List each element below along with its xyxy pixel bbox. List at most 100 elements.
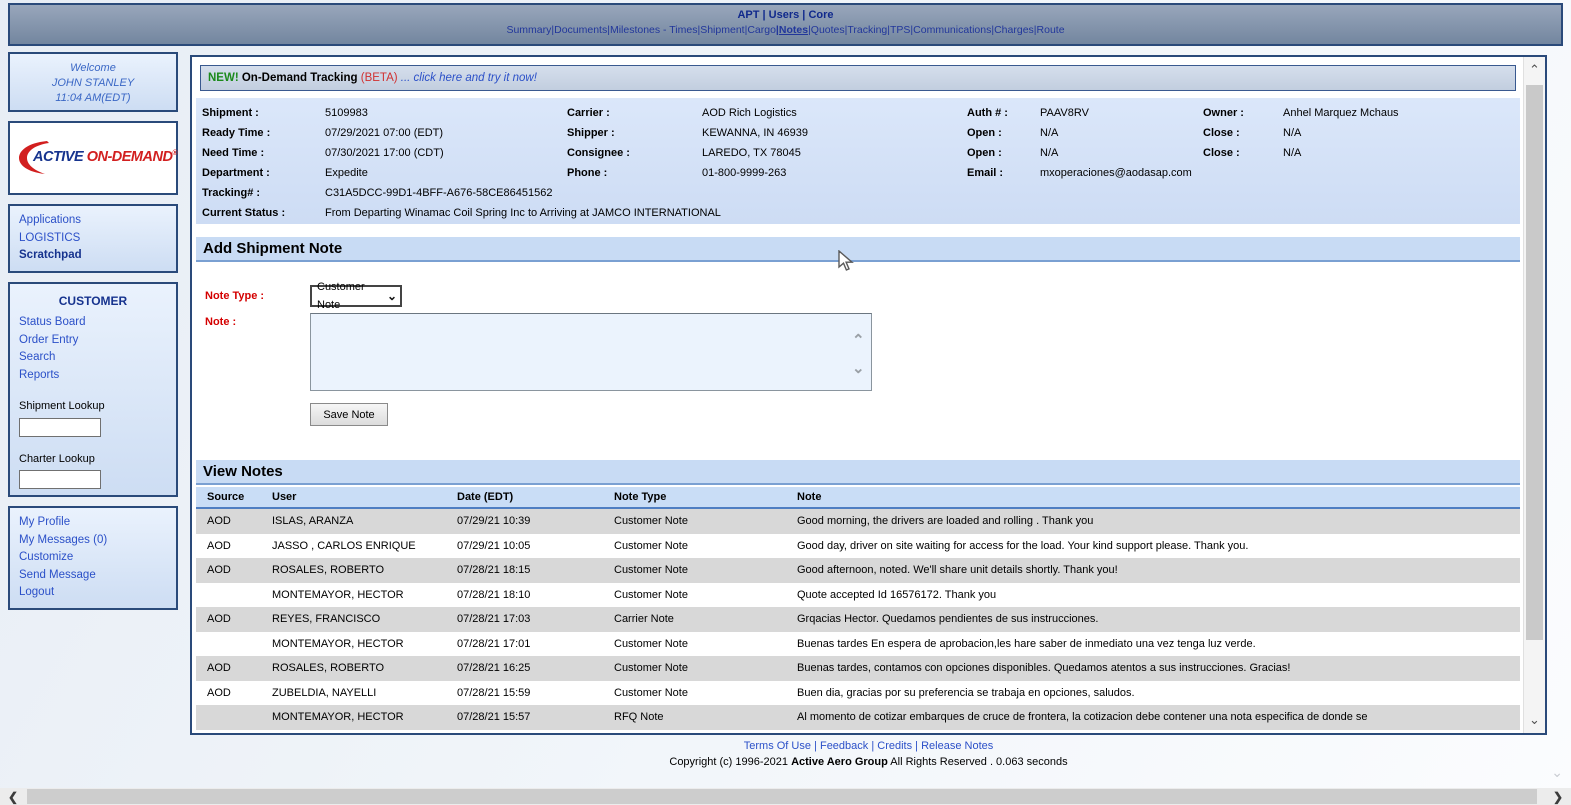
page-scroll-down-icon[interactable]: ⌄: [1551, 764, 1563, 781]
charter-lookup-input[interactable]: [19, 470, 101, 489]
footer-link[interactable]: Terms Of Use: [744, 740, 811, 752]
cell-note: Grqacias Hector. Quedamos pendientes de …: [797, 613, 1520, 625]
cell-user: REYES, FRANCISCO: [272, 613, 457, 625]
cell-date: 07/29/21 10:39: [457, 515, 614, 527]
field-value: Anhel Marquez Mchaus: [1283, 107, 1399, 119]
notes-column-header: Note Type: [614, 491, 797, 503]
profile-menu-link[interactable]: Send Message: [19, 567, 167, 585]
cell-source: AOD: [207, 662, 272, 674]
cell-note: Buenas tardes, contamos con opciones dis…: [797, 662, 1520, 674]
top-nav-tab[interactable]: Cargo: [745, 24, 776, 36]
top-nav-tab[interactable]: Communications: [910, 24, 991, 36]
note-textarea[interactable]: [310, 313, 872, 391]
customer-section-title: CUSTOMER: [19, 293, 167, 311]
table-row[interactable]: MONTEMAYOR, HECTOR 07/28/21 15:57 RFQ No…: [196, 705, 1520, 730]
chevron-down-icon: ⌄: [387, 287, 400, 305]
top-nav-tab[interactable]: Route: [1034, 24, 1065, 36]
cell-note: Good afternoon, noted. We'll share unit …: [797, 564, 1520, 576]
cell-note: Good day, driver on site waiting for acc…: [797, 540, 1520, 552]
horizontal-scrollbar[interactable]: ❮ ❯: [0, 788, 1571, 805]
top-nav-secondary: SummaryDocumentsMilestones - TimesShipme…: [10, 24, 1561, 36]
cell-source: AOD: [207, 540, 272, 552]
table-row[interactable]: AOD ZUBELDIA, NAYELLI 07/28/21 15:59 Cus…: [196, 681, 1520, 706]
field-label: Shipment :: [202, 107, 325, 119]
textarea-scroll-up-icon[interactable]: ⌃: [852, 335, 865, 347]
customer-menu-link[interactable]: Search: [19, 349, 167, 367]
shipment-lookup-input[interactable]: [19, 418, 101, 437]
table-row[interactable]: AOD ISLAS, ARANZA 07/29/21 10:39 Custome…: [196, 509, 1520, 534]
field-value: N/A: [1283, 147, 1301, 159]
sidebar-menu-link[interactable]: Applications: [19, 212, 167, 230]
footer-link[interactable]: Credits: [868, 740, 912, 752]
top-nav-tab[interactable]: Tracking: [845, 24, 888, 36]
field-label: Need Time :: [202, 147, 325, 159]
table-row[interactable]: AOD ROSALES, ROBERTO 07/28/21 16:25 Cust…: [196, 656, 1520, 681]
field-label: Open :: [967, 127, 1040, 139]
cell-date: 07/28/21 15:59: [457, 687, 614, 699]
shipment-field: Close :N/A: [1203, 123, 1399, 143]
profile-menu-link[interactable]: Customize: [19, 549, 167, 567]
footer-link[interactable]: Release Notes: [912, 740, 993, 752]
cell-note-type: Carrier Note: [614, 613, 797, 625]
table-row[interactable]: AOD REYES, FRANCISCO 07/28/21 17:03 Carr…: [196, 607, 1520, 632]
shipment-details-col4: Owner :Anhel Marquez MchausClose :N/AClo…: [1203, 103, 1399, 163]
table-row[interactable]: AOD ROSALES, ROBERTO 07/28/21 18:15 Cust…: [196, 558, 1520, 583]
scroll-down-icon[interactable]: ⌄: [1524, 707, 1545, 733]
table-row[interactable]: MONTEMAYOR, HECTOR 07/28/21 17:01 Custom…: [196, 632, 1520, 657]
profile-menu-link[interactable]: Logout: [19, 584, 167, 602]
top-nav-primary-link[interactable]: Users: [759, 9, 799, 21]
top-nav-tab[interactable]: Charges: [991, 24, 1033, 36]
field-label: Owner :: [1203, 107, 1283, 119]
shipment-details-panel: Shipment :5109983Ready Time :07/29/2021 …: [196, 98, 1520, 224]
top-nav-primary-link[interactable]: APT: [737, 9, 759, 21]
top-nav-tab[interactable]: Notes: [776, 24, 808, 36]
cell-note-type: Customer Note: [614, 515, 797, 527]
customer-menu-link[interactable]: Order Entry: [19, 332, 167, 350]
banner-try-link[interactable]: ... click here and try it now!: [398, 72, 537, 84]
cell-note-type: Customer Note: [614, 687, 797, 699]
top-nav-tab[interactable]: Documents: [551, 24, 607, 36]
view-notes-header: View Notes: [196, 460, 1520, 485]
footer-link[interactable]: Feedback: [811, 740, 868, 752]
top-nav-primary-link[interactable]: Core: [799, 9, 833, 21]
save-note-button[interactable]: Save Note: [310, 403, 388, 426]
banner-beta-label: (BETA): [361, 72, 398, 84]
notes-column-header: Date (EDT): [457, 491, 614, 503]
textarea-scroll-down-icon[interactable]: ⌄: [852, 363, 865, 375]
shipment-field: Phone :01-800-9999-263: [567, 163, 808, 183]
table-row[interactable]: AOD JASSO , CARLOS ENRIQUE 07/29/21 10:0…: [196, 534, 1520, 559]
cell-note-type: RFQ Note: [614, 711, 797, 723]
cell-note: Buenas tardes En espera de aprobacion,le…: [797, 638, 1520, 650]
shipment-field: Tracking# :C31A5DCC-99D1-4BFF-A676-58CE8…: [202, 183, 721, 203]
note-type-select[interactable]: Customer Note ⌄: [310, 285, 402, 307]
sidebar-menu-link[interactable]: Scratchpad: [19, 247, 167, 265]
customer-menu-link[interactable]: Reports: [19, 367, 167, 385]
field-value: C31A5DCC-99D1-4BFF-A676-58CE86451562: [325, 187, 552, 199]
cell-date: 07/29/21 10:05: [457, 540, 614, 552]
main-vertical-scrollbar[interactable]: ⌃ ⌄: [1523, 57, 1545, 733]
scroll-left-icon[interactable]: ❮: [0, 788, 26, 805]
logo-registered-mark: ®: [172, 150, 177, 157]
table-row[interactable]: MONTEMAYOR, HECTOR 07/28/21 18:10 Custom…: [196, 583, 1520, 608]
field-label: Department :: [202, 167, 325, 179]
top-nav-tab[interactable]: Milestones - Times: [607, 24, 697, 36]
note-label: Note :: [205, 316, 236, 328]
top-nav-tab[interactable]: TPS: [887, 24, 910, 36]
main-panel: NEW! On-Demand Tracking (BETA) ... click…: [190, 55, 1547, 735]
profile-menu-link[interactable]: My Profile: [19, 514, 167, 532]
copyright-prefix: Copyright (c) 1996-2021: [669, 756, 791, 768]
vertical-scrollbar-thumb[interactable]: [1526, 85, 1543, 640]
shipment-field: Owner :Anhel Marquez Mchaus: [1203, 103, 1399, 123]
profile-menu-link[interactable]: My Messages (0): [19, 532, 167, 550]
top-nav-tab[interactable]: Quotes: [808, 24, 845, 36]
field-value: N/A: [1283, 127, 1301, 139]
top-nav-tab[interactable]: Summary: [506, 24, 551, 36]
cell-user: ZUBELDIA, NAYELLI: [272, 687, 457, 699]
customer-menu-link[interactable]: Status Board: [19, 314, 167, 332]
sidebar-menu-link[interactable]: LOGISTICS: [19, 230, 167, 248]
cell-source: AOD: [207, 687, 272, 699]
horizontal-scrollbar-thumb[interactable]: [27, 789, 1537, 804]
scroll-up-icon[interactable]: ⌃: [1524, 57, 1545, 83]
scroll-right-icon[interactable]: ❯: [1545, 788, 1571, 805]
top-nav-tab[interactable]: Shipment: [697, 24, 744, 36]
